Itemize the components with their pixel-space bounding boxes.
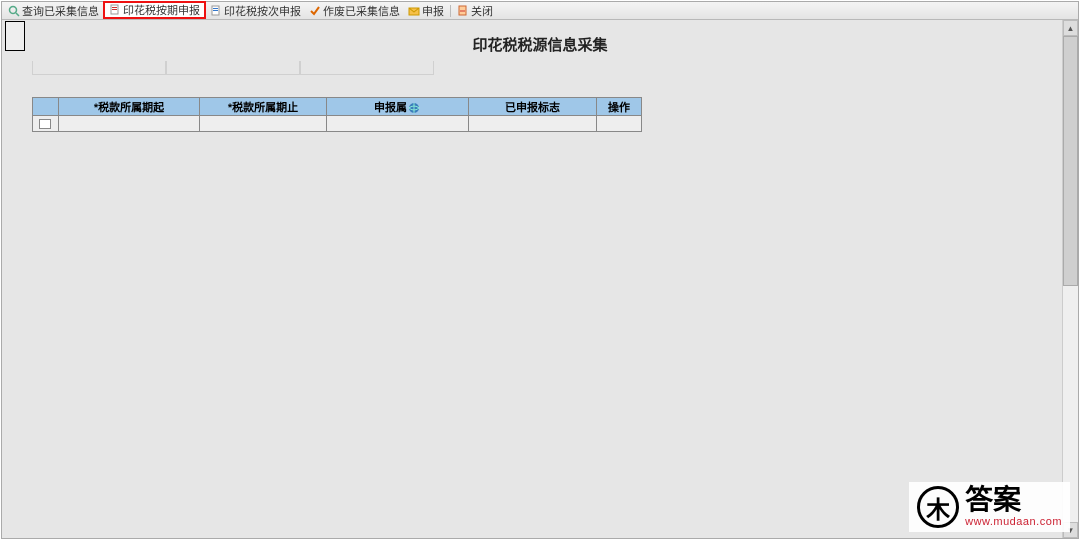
watermark: 木 答案 www.mudaan.com [909, 482, 1070, 532]
toolbar-item-byperiod[interactable]: 印花税按期申报 [103, 1, 206, 19]
toolbar-item-void[interactable]: 作废已采集信息 [305, 3, 404, 19]
watermark-text: 答案 [965, 486, 1062, 514]
data-table-wrap: *税款所属期起 *税款所属期止 申报属 已申报标志 操作 [32, 97, 1078, 132]
cell-action[interactable] [597, 116, 642, 132]
ghost-tab[interactable] [300, 61, 434, 75]
toolbar-label: 印花税按次申报 [224, 3, 301, 19]
ghost-tab-row [32, 61, 1078, 75]
cell-declared-flag[interactable] [469, 116, 597, 132]
col-period-start: *税款所属期起 [59, 98, 200, 116]
table-row[interactable] [33, 116, 642, 132]
data-table: *税款所属期起 *税款所属期止 申报属 已申报标志 操作 [32, 97, 642, 132]
cell-declare-attr[interactable] [327, 116, 469, 132]
cell-period-start[interactable] [59, 116, 200, 132]
col-declared-flag: 已申报标志 [469, 98, 597, 116]
toolbar-separator [450, 5, 451, 17]
doc-red-icon [109, 4, 121, 16]
watermark-badge: 木 [917, 486, 959, 528]
vertical-scrollbar[interactable]: ▲ ▼ [1062, 20, 1078, 538]
row-select[interactable] [33, 116, 59, 132]
toolbar-item-bytime[interactable]: 印花税按次申报 [206, 3, 305, 19]
toolbar-item-close[interactable]: 关闭 [453, 3, 497, 19]
close-icon [457, 5, 469, 17]
toolbar-label: 印花税按期申报 [123, 2, 200, 18]
toolbar-label: 查询已采集信息 [22, 3, 99, 19]
page-title: 印花税税源信息采集 [2, 20, 1078, 61]
toolbar-label: 作废已采集信息 [323, 3, 400, 19]
floating-box [5, 21, 25, 51]
mail-icon [408, 5, 420, 17]
toolbar-item-query[interactable]: 查询已采集信息 [4, 3, 103, 19]
select-all-header[interactable] [33, 98, 59, 116]
toolbar-item-declare[interactable]: 申报 [404, 3, 448, 19]
toolbar: 查询已采集信息 印花税按期申报 印花税按次申报 作废已采集信息 申报 [2, 2, 1078, 20]
col-action: 操作 [597, 98, 642, 116]
scroll-thumb[interactable] [1063, 36, 1078, 286]
toolbar-label: 申报 [422, 3, 444, 19]
delete-icon [309, 5, 321, 17]
ghost-tab[interactable] [166, 61, 300, 75]
col-declare-attr: 申报属 [327, 98, 469, 116]
cell-period-end[interactable] [200, 116, 327, 132]
table-header-row: *税款所属期起 *税款所属期止 申报属 已申报标志 操作 [33, 98, 642, 116]
ghost-tab[interactable] [32, 61, 166, 75]
watermark-url: www.mudaan.com [965, 516, 1062, 528]
search-icon [8, 5, 20, 17]
doc-blue-icon [210, 5, 222, 17]
col-period-end: *税款所属期止 [200, 98, 327, 116]
toolbar-label: 关闭 [471, 3, 493, 19]
scroll-up-button[interactable]: ▲ [1063, 20, 1078, 36]
globe-icon [407, 102, 421, 114]
